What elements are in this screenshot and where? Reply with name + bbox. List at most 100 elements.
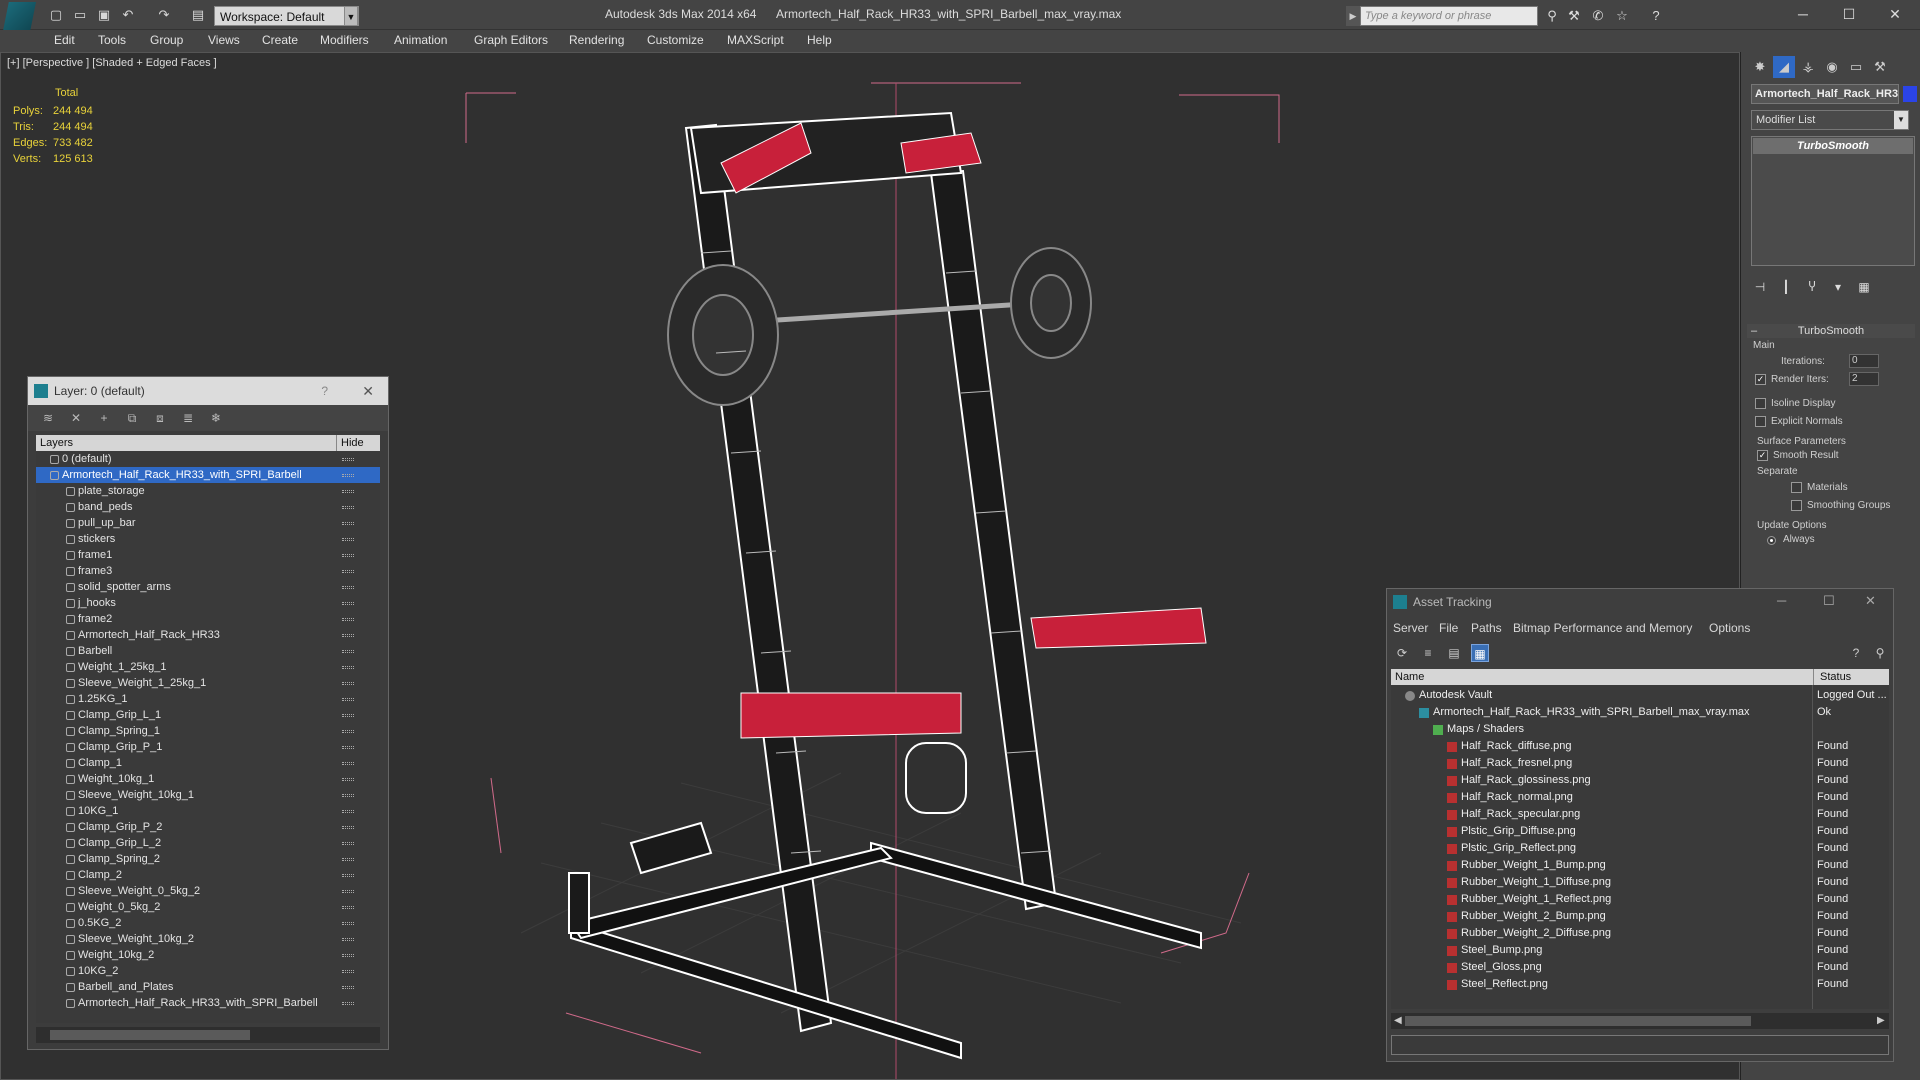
hide-toggle[interactable] [342,762,354,765]
scroll-right-icon[interactable]: ▶ [1877,1013,1885,1029]
smooth-result-checkbox[interactable]: ✓ [1757,450,1768,461]
layer-row[interactable]: Weight_0_5kg_2 [36,899,380,915]
layer-row[interactable]: Clamp_Spring_2 [36,851,380,867]
asset-path-field[interactable] [1391,1035,1889,1055]
workspace-dropdown[interactable]: Workspace: Default [214,6,359,26]
hide-toggle[interactable] [342,698,354,701]
minimize-icon[interactable]: ─ [1780,0,1826,28]
open-file-icon[interactable]: ▭ [72,7,88,23]
asset-window-titlebar[interactable]: Asset Tracking ─ ☐ ✕ [1387,589,1893,615]
menu-server[interactable]: Server [1393,621,1428,635]
binoculars-icon[interactable]: ⚲ [1544,8,1560,24]
menu-paths[interactable]: Paths [1471,621,1502,635]
hide-toggle[interactable] [342,810,354,813]
layer-row[interactable]: Sleeve_Weight_0_5kg_2 [36,883,380,899]
hide-toggle[interactable] [342,634,354,637]
highlight-layer-icon[interactable]: ⧈ [152,410,168,426]
layer-row[interactable]: 0.5KG_2 [36,915,380,931]
hide-toggle[interactable] [342,714,354,717]
col-hide[interactable]: Hide [336,435,366,451]
layer-row[interactable]: Armortech_Half_Rack_HR33_with_SPRI_Barbe… [36,995,380,1011]
asset-row[interactable]: Steel_Reflect.png Found [1391,976,1889,993]
hide-toggle[interactable] [342,746,354,749]
layer-row[interactable]: Armortech_Half_Rack_HR33_with_SPRI_Barbe… [36,467,380,483]
modifier-list-dropdown[interactable]: Modifier List ▼ [1751,110,1909,130]
menu-options[interactable]: Options [1709,621,1750,635]
layer-row[interactable]: frame2 [36,611,380,627]
layer-row[interactable]: Weight_10kg_1 [36,771,380,787]
always-radio[interactable] [1767,536,1776,545]
layer-explorer-window[interactable]: Layer: 0 (default) ? ✕ ≋ ✕ + ⧉ ⧈ ≣ ❄ Lay… [27,376,389,1050]
maximize-icon[interactable]: ☐ [1823,593,1835,609]
hide-toggle[interactable] [342,506,354,509]
add-to-layer-icon[interactable]: + [96,410,112,426]
layer-row[interactable]: frame1 [36,547,380,563]
hide-toggle[interactable] [342,842,354,845]
hide-toggle[interactable] [342,522,354,525]
configure-sets-icon[interactable]: ▦ [1855,278,1873,296]
close-icon[interactable]: ✕ [1865,593,1876,609]
asset-row[interactable]: Rubber_Weight_1_Diffuse.png Found [1391,874,1889,891]
help-search-icon[interactable]: ⚲ [1871,644,1889,662]
col-layers[interactable]: Layers [40,435,73,451]
subscription-icon[interactable]: ⚒ [1566,8,1582,24]
asset-row[interactable]: Rubber_Weight_1_Reflect.png Found [1391,891,1889,908]
layer-row[interactable]: band_peds [36,499,380,515]
save-icon[interactable]: ▣ [96,7,112,23]
display-tab-icon[interactable]: ▭ [1845,56,1867,78]
hide-toggle[interactable] [342,730,354,733]
hide-toggle[interactable] [342,474,354,477]
layer-row[interactable]: Weight_10kg_2 [36,947,380,963]
hide-toggle[interactable] [342,554,354,557]
show-end-result-icon[interactable]: ┃ [1777,278,1795,296]
menu-animation[interactable]: Animation [394,33,447,47]
menu-maxscript[interactable]: MAXScript [727,33,784,47]
menu-tools[interactable]: Tools [98,33,126,47]
asset-row[interactable]: Rubber_Weight_2_Bump.png Found [1391,908,1889,925]
pin-stack-icon[interactable]: ⊣ [1751,278,1769,296]
refresh-icon[interactable]: ⟳ [1393,644,1411,662]
menu-customize[interactable]: Customize [647,33,704,47]
modifier-stack-item[interactable]: TurboSmooth [1753,138,1913,154]
viewport-label[interactable]: [+] [Perspective ] [Shaded + Edged Faces… [7,57,217,69]
help-icon[interactable]: ? [1648,8,1664,24]
layer-row[interactable]: Clamp_2 [36,867,380,883]
hide-toggle[interactable] [342,986,354,989]
layer-row[interactable]: Barbell_and_Plates [36,979,380,995]
hide-toggle[interactable] [342,490,354,493]
favorites-star-icon[interactable]: ☆ [1614,8,1630,24]
asset-row[interactable]: Half_Rack_fresnel.png Found [1391,755,1889,772]
minimize-icon[interactable]: ─ [1777,593,1786,608]
undo-icon[interactable]: ↶ [120,7,136,23]
object-color-swatch[interactable] [1903,86,1917,102]
turbosmooth-rollout-header[interactable]: – TurboSmooth [1747,324,1915,338]
menu-create[interactable]: Create [262,33,298,47]
freeze-all-layers-icon[interactable]: ❄ [208,410,224,426]
horizontal-scrollbar[interactable] [36,1027,380,1043]
materials-checkbox[interactable] [1791,482,1802,493]
layer-row[interactable]: Armortech_Half_Rack_HR33 [36,627,380,643]
menu-graph-editors[interactable]: Graph Editors [474,33,548,47]
maximize-icon[interactable]: ☐ [1826,0,1872,28]
chevron-down-icon[interactable]: ▼ [344,6,358,26]
col-name[interactable]: Name [1395,669,1424,685]
asset-row[interactable]: Rubber_Weight_2_Diffuse.png Found [1391,925,1889,942]
asset-row[interactable]: Half_Rack_specular.png Found [1391,806,1889,823]
hide-toggle[interactable] [342,906,354,909]
layer-row[interactable]: Clamp_1 [36,755,380,771]
horizontal-scrollbar[interactable]: ◀ ▶ [1391,1013,1889,1029]
close-icon[interactable]: ✕ [362,377,374,405]
layer-row[interactable]: frame3 [36,563,380,579]
utilities-tab-icon[interactable]: ⚒ [1869,56,1891,78]
layer-row[interactable]: 10KG_1 [36,803,380,819]
render-iters-spinner[interactable]: 2 [1849,372,1879,386]
menu-group[interactable]: Group [150,33,183,47]
hide-toggle[interactable] [342,954,354,957]
menu-file[interactable]: File [1439,621,1458,635]
hide-toggle[interactable] [342,858,354,861]
search-input[interactable]: Type a keyword or phrase [1360,6,1538,26]
layer-row[interactable]: j_hooks [36,595,380,611]
layer-row[interactable]: Clamp_Spring_1 [36,723,380,739]
hide-toggle[interactable] [342,682,354,685]
asset-row[interactable]: Half_Rack_diffuse.png Found [1391,738,1889,755]
